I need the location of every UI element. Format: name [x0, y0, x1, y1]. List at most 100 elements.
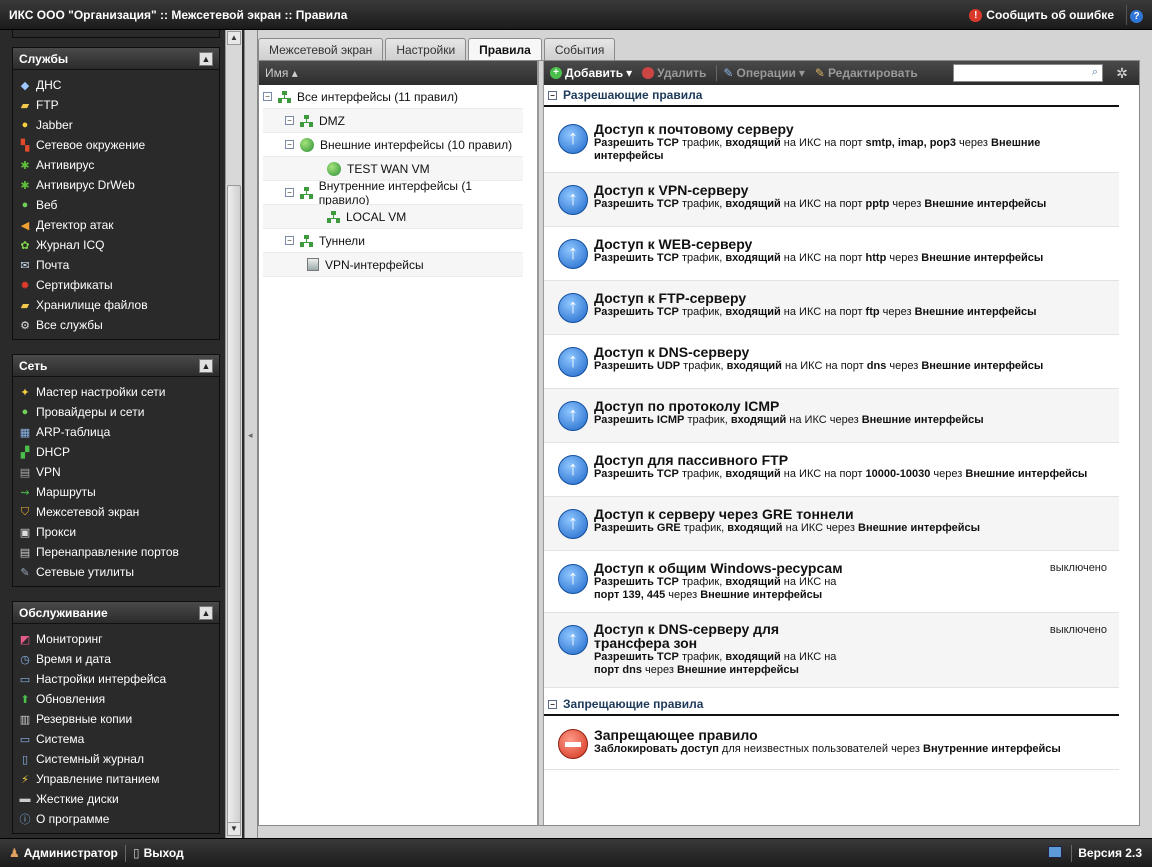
mail-icon: ✉ [20, 259, 30, 272]
tab-settings[interactable]: Настройки [385, 38, 467, 60]
tree-node-dmz[interactable]: − DMZ [263, 109, 523, 133]
user-button[interactable]: ♟ Администратор [9, 846, 118, 860]
sidebar-item-power[interactable]: ⚡ Управление питанием [18, 769, 214, 789]
report-error-button[interactable]: ! Сообщить об ошибке [969, 8, 1114, 22]
scroll-down-arrow[interactable]: ▼ [227, 822, 241, 836]
panel-header-services[interactable]: Службы ▲ [13, 48, 219, 70]
collapse-icon[interactable]: ▲ [199, 606, 213, 620]
sidebar-item-jabber[interactable]: ● Jabber [18, 115, 214, 135]
sidebar-item-certificates[interactable]: ✹ Сертификаты [18, 275, 214, 295]
collapse-arrow-icon[interactable]: ◂ [248, 430, 253, 441]
sidebar-item-interface-settings[interactable]: ▭ Настройки интерфейса [18, 669, 214, 689]
collapse-icon[interactable]: ▲ [199, 359, 213, 373]
sidebar-item-system-log[interactable]: ▯ Системный журнал [18, 749, 214, 769]
tree-node-all[interactable]: − Все интерфейсы (11 правил) [263, 85, 523, 109]
sidebar-item-web[interactable]: ● Веб [18, 195, 214, 215]
tab-firewall[interactable]: Межсетевой экран [258, 38, 384, 60]
sidebar-item-attack-detector[interactable]: ◀ Детектор атак [18, 215, 214, 235]
tree-column-header[interactable]: Имя ▴ [259, 61, 537, 85]
sidebar-item-proxy[interactable]: ▣ Прокси [18, 522, 214, 542]
divider [125, 845, 126, 862]
sidebar-item-file-storage[interactable]: ▰ Хранилище файлов [18, 295, 214, 315]
collapse-icon[interactable]: − [548, 699, 557, 709]
sidebar-scrollbar[interactable]: ▲ ▼ [225, 30, 242, 838]
tab-rules[interactable]: Правила [468, 38, 542, 61]
rule-item[interactable]: ↑ Доступ к FTP-серверу Разрешить TCP тра… [544, 281, 1119, 335]
sidebar-splitter[interactable]: ◂ [244, 30, 258, 838]
rule-item[interactable]: ↑ Доступ для пассивного FTP Разрешить TC… [544, 443, 1119, 497]
rule-description: Разрешить UDP трафик, входящий на ИКС на… [594, 360, 1044, 372]
sidebar-item-routes[interactable]: ⇝ Маршруты [18, 482, 214, 502]
rule-item[interactable]: ↑ Доступ к серверу через GRE тоннели Раз… [544, 497, 1119, 551]
sidebar-item-arp-table[interactable]: ▦ ARP-таблица [18, 422, 214, 442]
collapse-icon[interactable]: − [285, 236, 294, 245]
tab-events[interactable]: События [543, 38, 616, 60]
collapse-icon[interactable]: − [285, 116, 294, 125]
rule-item[interactable]: ↑ Доступ к VPN-серверу Разрешить TCP тра… [544, 173, 1119, 227]
search-input[interactable]: ⌕ [953, 64, 1103, 82]
tree-node-internal[interactable]: − Внутренние интерфейсы (1 правило) [263, 179, 523, 207]
sidebar-item-network-neighborhood[interactable]: ▚ Сетевое окружение [18, 135, 214, 155]
tree-node-local-vm[interactable]: LOCAL VM [263, 205, 523, 229]
sidebar-item-about[interactable]: ⓘ О программе [18, 809, 214, 829]
tree-node-tunnels[interactable]: − Туннели [263, 229, 523, 253]
rule-item[interactable]: ↑ Доступ по протоколу ICMP Разрешить ICM… [544, 389, 1119, 443]
sidebar-item-dhcp[interactable]: ▞ DHCP [18, 442, 214, 462]
logout-button[interactable]: ▯ Выход [133, 846, 184, 860]
panel-header-maintenance[interactable]: Обслуживание ▲ [13, 602, 219, 624]
collapse-icon[interactable]: − [285, 188, 294, 197]
sidebar-item-system[interactable]: ▭ Система [18, 729, 214, 749]
maintenance-list: ◩ Мониторинг ◷ Время и дата ▭ Настройки инт… [13, 624, 219, 833]
sidebar-item-network-utilities[interactable]: ✎ Сетевые утилиты [18, 562, 214, 582]
deny-rules-section[interactable]: − Запрещающие правила [544, 694, 1119, 716]
panel-header-network[interactable]: Сеть ▲ [13, 355, 219, 377]
database-icon: ▥ [19, 713, 31, 726]
rule-item[interactable]: ↑ Доступ к общим Windows-ресурсам Разреш… [544, 551, 1119, 613]
rule-item[interactable]: ↑ Доступ к почтовому серверу Разрешить T… [544, 111, 1119, 173]
collapse-icon[interactable]: − [263, 92, 272, 101]
operations-button[interactable]: ✎ Операции ▾ [723, 66, 804, 80]
sidebar-item-port-forwarding[interactable]: ▤ Перенаправление портов [18, 542, 214, 562]
collapse-icon[interactable]: − [285, 140, 294, 149]
sidebar-item-network-wizard[interactable]: ✦ Мастер настройки сети [18, 382, 214, 402]
delete-button[interactable]: Удалить [642, 66, 706, 80]
gear-icon: ⚙ [20, 319, 30, 332]
sidebar-item-antivirus-drweb[interactable]: ✱ Антивирус DrWeb [18, 175, 214, 195]
interfaces-tree: Имя ▴ − Все интерфейсы (11 правил) − DMZ… [259, 61, 538, 825]
pencil-icon: ✎ [814, 66, 825, 80]
scroll-up-arrow[interactable]: ▲ [227, 31, 241, 45]
sidebar-item-providers[interactable]: ● Провайдеры и сети [18, 402, 214, 422]
rule-item[interactable]: ↑ Доступ к WEB-серверу Разрешить TCP тра… [544, 227, 1119, 281]
sidebar-item-time-date[interactable]: ◷ Время и дата [18, 649, 214, 669]
network-status-icon[interactable] [1048, 846, 1062, 858]
tree-node-vpn-interfaces[interactable]: VPN-интерфейсы [263, 253, 523, 277]
sidebar-item-backups[interactable]: ▥ Резервные копии [18, 709, 214, 729]
help-button[interactable]: ? [1130, 8, 1143, 23]
sidebar-item-monitoring[interactable]: ◩ Мониторинг [18, 629, 214, 649]
report-error-label: Сообщить об ошибке [986, 8, 1114, 22]
sidebar-item-vpn[interactable]: ▤ VPN [18, 462, 214, 482]
sidebar-item-dns[interactable]: ◆ ДНС [18, 75, 214, 95]
sidebar-item-antivirus[interactable]: ✱ Антивирус [18, 155, 214, 175]
tree-node-test-wan-vm[interactable]: TEST WAN VM [263, 157, 523, 181]
sidebar-item-icq-log[interactable]: ✿ Журнал ICQ [18, 235, 214, 255]
sidebar-item-updates[interactable]: ⬆ Обновления [18, 689, 214, 709]
tab-strip: Межсетевой экран Настройки Правила Событ… [258, 38, 616, 61]
clock-icon: ◷ [20, 653, 30, 666]
sidebar-item-hard-disks[interactable]: ▬ Жесткие диски [18, 789, 214, 809]
sidebar-item-firewall[interactable]: ⛉ Межсетевой экран [18, 502, 214, 522]
rule-item[interactable]: ↑ Доступ к DNS-серверу Разрешить UDP тра… [544, 335, 1119, 389]
sidebar-item-all-services[interactable]: ⚙ Все службы [18, 315, 214, 335]
sidebar-item-ftp[interactable]: ▰ FTP [18, 95, 214, 115]
collapse-icon[interactable]: ▲ [199, 52, 213, 66]
settings-gear-icon[interactable]: ✲ [1113, 64, 1131, 82]
scroll-thumb[interactable] [227, 185, 241, 827]
sidebar-item-mail[interactable]: ✉ Почта [18, 255, 214, 275]
add-button[interactable]: + Добавить ▾ [550, 66, 632, 80]
collapse-icon[interactable]: − [548, 90, 557, 100]
tree-node-external[interactable]: − Внешние интерфейсы (10 правил) [263, 133, 523, 157]
edit-button[interactable]: ✎ Редактировать [815, 66, 918, 80]
allow-rules-section[interactable]: − Разрешающие правила [544, 85, 1119, 107]
rule-item[interactable]: ↑ Доступ к DNS-серверу для трансфера зон… [544, 613, 1119, 688]
rule-item[interactable]: Запрещающее правило Заблокировать доступ… [544, 718, 1119, 770]
